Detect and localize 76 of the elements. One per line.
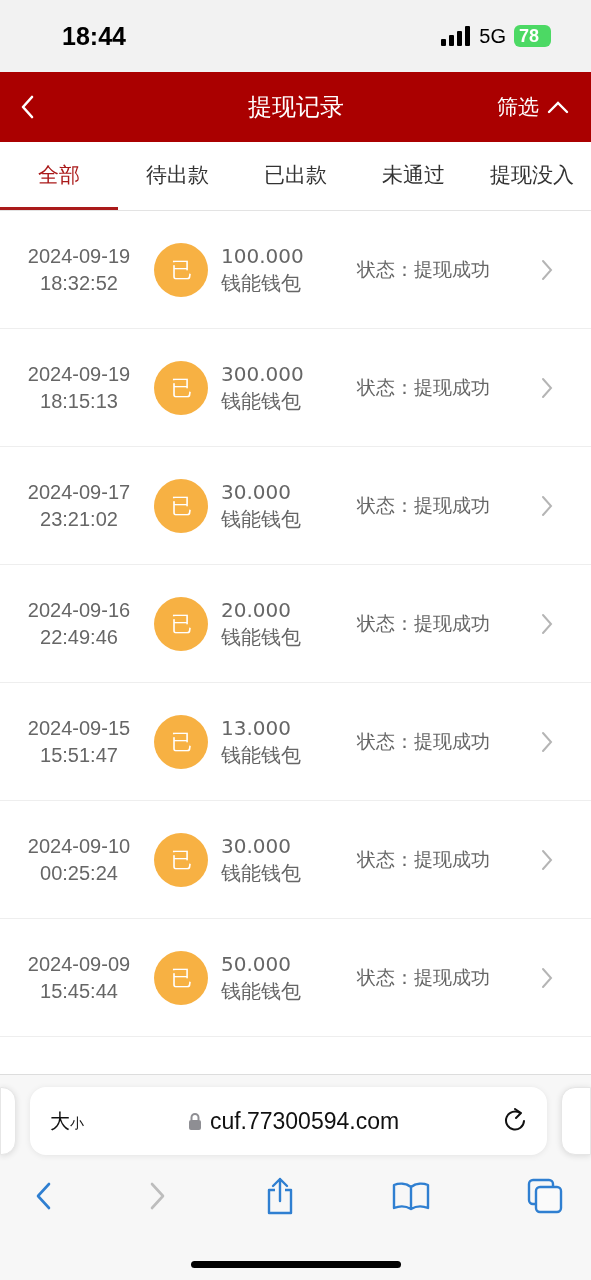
record-row[interactable]: 2024-09-19 18:15:13 已 300.000 钱能钱包 状态：提现成功 xyxy=(0,329,591,447)
text-size-button[interactable]: 大小 xyxy=(50,1107,84,1135)
record-status: 状态：提现成功 xyxy=(357,256,490,282)
wallet-name: 钱能钱包 xyxy=(221,387,302,415)
back-icon[interactable] xyxy=(34,1181,52,1211)
record-status: 状态：提现成功 xyxy=(357,492,490,518)
record-status: 状态：提现成功 xyxy=(357,964,490,990)
tab[interactable]: 已出款 xyxy=(236,142,355,210)
record-amount: 100.000 xyxy=(221,242,305,270)
wallet-name: 钱能钱包 xyxy=(221,741,302,769)
status-badge: 已 xyxy=(154,596,208,651)
book-icon[interactable] xyxy=(391,1181,430,1211)
chevron-right-icon xyxy=(541,730,553,753)
wallet-name: 钱能钱包 xyxy=(221,505,302,533)
chevron-right-icon xyxy=(541,258,553,281)
record-time: 22:49:46 xyxy=(40,624,118,650)
status-badge: 已 xyxy=(154,832,208,887)
record-row[interactable]: 2024-09-19 18:32:52 已 100.000 钱能钱包 状态：提现成功 xyxy=(0,211,591,329)
record-date: 2024-09-17 xyxy=(27,479,131,505)
record-time: 18:32:52 xyxy=(40,270,118,296)
record-amount: 300.000 xyxy=(221,360,305,388)
status-badge: 已 xyxy=(154,242,208,297)
record-row[interactable]: 2024-09-15 15:51:47 已 13.000 钱能钱包 状态：提现成功 xyxy=(0,683,591,801)
signal-icon xyxy=(441,26,472,46)
record-date: 2024-09-10 xyxy=(27,833,131,859)
record-amount: 50.000 xyxy=(221,950,292,978)
record-amount: 20.000 xyxy=(221,596,292,624)
filter-button[interactable]: 筛选 xyxy=(497,93,569,121)
status-badge: 已 xyxy=(154,714,208,769)
tab[interactable]: 未通过 xyxy=(354,142,473,210)
tab[interactable]: 提现没入 xyxy=(472,142,591,210)
status-badge: 已 xyxy=(154,950,208,1005)
wallet-name: 钱能钱包 xyxy=(221,977,302,1005)
record-status: 状态：提现成功 xyxy=(357,846,490,872)
record-date: 2024-09-09 xyxy=(27,951,131,977)
chevron-right-icon xyxy=(541,376,553,399)
record-time: 00:25:24 xyxy=(40,860,118,886)
tab[interactable]: 全部 xyxy=(0,142,119,210)
record-amount: 30.000 xyxy=(221,478,292,506)
record-status: 状态：提现成功 xyxy=(357,728,490,754)
record-time: 15:45:44 xyxy=(40,978,118,1004)
wallet-name: 钱能钱包 xyxy=(221,269,302,297)
back-icon[interactable] xyxy=(20,95,34,119)
chevron-up-icon xyxy=(547,100,569,114)
record-date: 2024-09-19 xyxy=(27,361,131,387)
chevron-right-icon xyxy=(541,494,553,517)
record-time: 15:51:47 xyxy=(40,742,118,768)
wallet-name: 钱能钱包 xyxy=(221,859,302,887)
status-badge: 已 xyxy=(154,478,208,533)
record-date: 2024-09-16 xyxy=(27,597,131,623)
record-status: 状态：提现成功 xyxy=(357,374,490,400)
chevron-right-icon xyxy=(541,612,553,635)
url-text: cuf.77300594.com xyxy=(209,1107,400,1135)
record-row[interactable]: 2024-09-16 22:49:46 已 20.000 钱能钱包 状态：提现成功 xyxy=(0,565,591,683)
status-badge: 已 xyxy=(154,360,208,415)
page-title: 提现记录 xyxy=(247,92,344,123)
record-row[interactable]: 2024-09-10 00:25:24 已 30.000 钱能钱包 状态：提现成功 xyxy=(0,801,591,919)
wallet-name: 钱能钱包 xyxy=(221,623,302,651)
record-amount: 30.000 xyxy=(221,832,292,860)
record-time: 18:15:13 xyxy=(40,388,118,414)
tabs-icon[interactable] xyxy=(527,1178,563,1214)
tab[interactable]: 待出款 xyxy=(118,142,237,210)
record-date: 2024-09-15 xyxy=(27,715,131,741)
chevron-right-icon xyxy=(541,848,553,871)
lock-icon xyxy=(187,1112,202,1130)
record-row[interactable]: 2024-09-17 23:21:02 已 30.000 钱能钱包 状态：提现成功 xyxy=(0,447,591,565)
record-row[interactable]: 2024-09-09 15:45:44 已 50.000 钱能钱包 状态：提现成功 xyxy=(0,919,591,1037)
record-amount: 13.000 xyxy=(221,714,292,742)
record-date: 2024-09-19 xyxy=(27,243,131,269)
record-time: 23:21:02 xyxy=(40,506,118,532)
chevron-right-icon xyxy=(541,966,553,989)
address-bar[interactable]: 大小 cuf.77300594.com xyxy=(30,1087,547,1155)
battery-indicator: 78 xyxy=(513,25,551,47)
record-status: 状态：提现成功 xyxy=(357,610,490,636)
clock-time: 18:44 xyxy=(62,21,126,51)
network-label: 5G xyxy=(479,24,506,48)
